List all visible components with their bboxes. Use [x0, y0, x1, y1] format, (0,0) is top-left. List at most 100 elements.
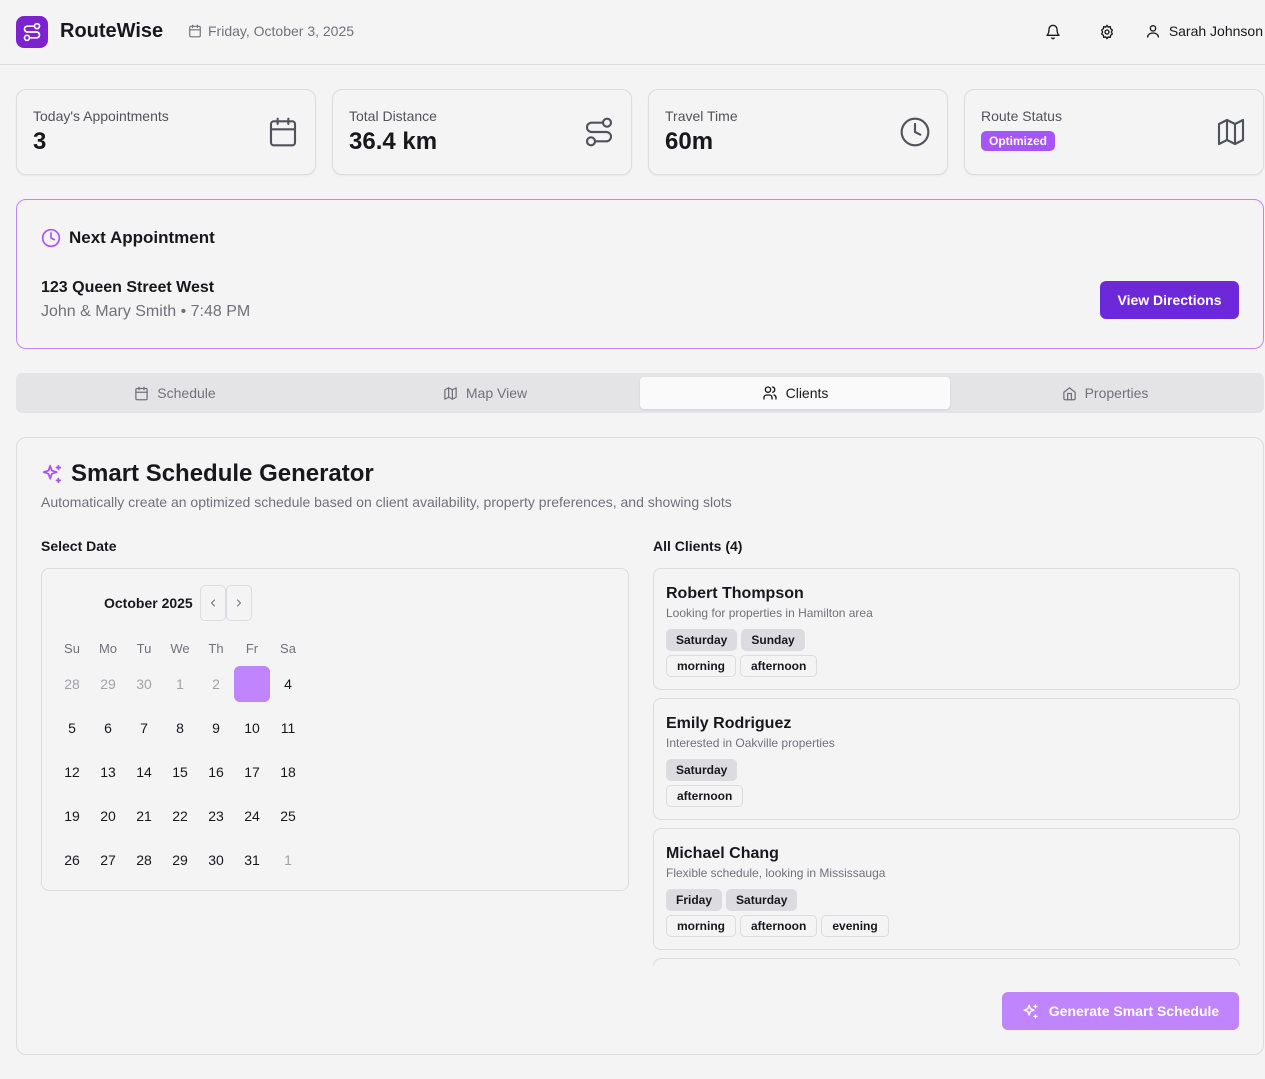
stat-value: 3: [33, 128, 47, 155]
client-times: afternoon: [666, 785, 744, 807]
calendar-day[interactable]: 14: [126, 754, 162, 790]
calendar-day[interactable]: 27: [90, 842, 126, 878]
tab-clients[interactable]: Clients: [640, 377, 950, 409]
users-icon: [762, 385, 778, 401]
calendar-day[interactable]: 17: [234, 754, 270, 790]
time-badge: afternoon: [740, 655, 818, 677]
client-name: Michael Chang: [666, 845, 779, 862]
calendar-day[interactable]: 23: [198, 798, 234, 834]
next-appointment-heading: Next Appointment: [41, 228, 215, 248]
tab-label: Clients: [785, 385, 829, 401]
view-directions-button[interactable]: View Directions: [1100, 281, 1239, 319]
calendar-day[interactable]: 28: [54, 666, 90, 702]
client-list[interactable]: Robert Thompson Looking for properties i…: [653, 568, 1241, 966]
route-icon[interactable]: [16, 16, 48, 48]
calendar-day[interactable]: 12: [54, 754, 90, 790]
calendar-day[interactable]: 1: [270, 842, 306, 878]
day-badge: Saturday: [726, 889, 798, 911]
client-description: Interested in Oakville properties: [666, 736, 835, 750]
calendar-day[interactable]: 15: [162, 754, 198, 790]
client-name: Emily Rodriguez: [666, 715, 792, 732]
appointment-address: 123 Queen Street West: [41, 279, 215, 296]
calendar-day[interactable]: 25: [270, 798, 306, 834]
calendar-day[interactable]: 5: [54, 710, 90, 746]
client-days: Saturday Sunday: [666, 629, 805, 651]
calendar-day-selected[interactable]: 3: [234, 666, 270, 702]
calendar-day[interactable]: 19: [54, 798, 90, 834]
stat-travel-time: Travel Time 60m: [648, 89, 948, 175]
calendar-day[interactable]: 21: [126, 798, 162, 834]
map-icon: [1215, 116, 1247, 148]
client-card[interactable]: Michael Chang Flexible schedule, looking…: [653, 828, 1240, 950]
weekday-label: We: [170, 641, 190, 656]
button-label: Generate Smart Schedule: [1048, 1003, 1220, 1019]
stat-route-status: Route Status Optimized: [964, 89, 1264, 175]
select-date-label: Select Date: [41, 538, 117, 554]
calendar-day[interactable]: 8: [162, 710, 198, 746]
calendar-day[interactable]: 13: [90, 754, 126, 790]
tab-map-view[interactable]: Map View: [330, 377, 640, 409]
weekday-label: Sa: [280, 641, 296, 656]
client-name: Robert Thompson: [666, 585, 804, 602]
day-badge: Saturday: [666, 629, 738, 651]
user-menu[interactable]: Sarah Johnson: [1145, 23, 1263, 39]
calendar-day[interactable]: 4: [270, 666, 306, 702]
stat-value: 60m: [665, 128, 714, 155]
main-tabs: Schedule Map View Clients Properties: [16, 373, 1264, 413]
client-card[interactable]: Robert Thompson Looking for properties i…: [653, 568, 1240, 690]
calendar-day[interactable]: 22: [162, 798, 198, 834]
calendar-day[interactable]: 30: [198, 842, 234, 878]
bell-icon[interactable]: [1043, 22, 1063, 42]
home-icon: [1062, 386, 1077, 401]
prev-month-button[interactable]: [200, 585, 226, 621]
calendar-day[interactable]: 29: [162, 842, 198, 878]
stat-value: 36.4 km: [349, 128, 438, 155]
calendar-icon: [134, 386, 149, 401]
calendar-day[interactable]: 31: [234, 842, 270, 878]
current-date: Friday, October 3, 2025: [188, 23, 354, 39]
weekday-label: Mo: [98, 641, 118, 656]
calendar-day[interactable]: 10: [234, 710, 270, 746]
next-month-button[interactable]: [226, 585, 252, 621]
clock-icon: [41, 228, 61, 248]
client-card[interactable]: Emily Rodriguez Interested in Oakville p…: [653, 698, 1240, 820]
calendar-day[interactable]: 2: [198, 666, 234, 702]
calendar-day[interactable]: 30: [126, 666, 162, 702]
day-badge: Saturday: [666, 759, 738, 781]
calendar-day[interactable]: 26: [54, 842, 90, 878]
all-clients-label: All Clients (4): [653, 538, 743, 554]
calendar-day[interactable]: 18: [270, 754, 306, 790]
time-badge: morning: [666, 915, 736, 937]
calendar-day[interactable]: 24: [234, 798, 270, 834]
calendar-day[interactable]: 7: [126, 710, 162, 746]
weekday-label: Th: [208, 641, 224, 656]
smart-schedule-title: Smart Schedule Generator: [71, 460, 374, 487]
weekday-label: Tu: [136, 641, 152, 656]
calendar-day[interactable]: 20: [90, 798, 126, 834]
client-card[interactable]: [653, 958, 1240, 966]
tab-schedule[interactable]: Schedule: [20, 377, 330, 409]
date-picker-calendar: October 2025 Su Mo Tu We Th Fr Sa 28 29 …: [41, 568, 629, 891]
weekday-label: Su: [64, 641, 80, 656]
calendar-day[interactable]: 16: [198, 754, 234, 790]
tab-properties[interactable]: Properties: [950, 377, 1260, 409]
client-days: Friday Saturday: [666, 889, 798, 911]
day-badge: Sunday: [741, 629, 805, 651]
chevron-right-icon: [233, 597, 245, 609]
gear-icon[interactable]: [1097, 22, 1117, 42]
user-name: Sarah Johnson: [1168, 23, 1263, 39]
generate-smart-schedule-button[interactable]: Generate Smart Schedule: [1002, 992, 1239, 1030]
calendar-icon: [188, 24, 202, 38]
calendar-day[interactable]: 1: [162, 666, 198, 702]
calendar-day[interactable]: 28: [126, 842, 162, 878]
calendar-day[interactable]: 9: [198, 710, 234, 746]
sparkles-icon: [41, 463, 63, 485]
day-badge: Friday: [666, 889, 723, 911]
calendar-day[interactable]: 29: [90, 666, 126, 702]
calendar-day[interactable]: 11: [270, 710, 306, 746]
calendar-day[interactable]: 6: [90, 710, 126, 746]
stat-distance: Total Distance 36.4 km: [332, 89, 632, 175]
stat-label: Total Distance: [349, 108, 437, 124]
smart-schedule-subtitle: Automatically create an optimized schedu…: [41, 494, 732, 510]
stat-label: Route Status: [981, 108, 1062, 124]
